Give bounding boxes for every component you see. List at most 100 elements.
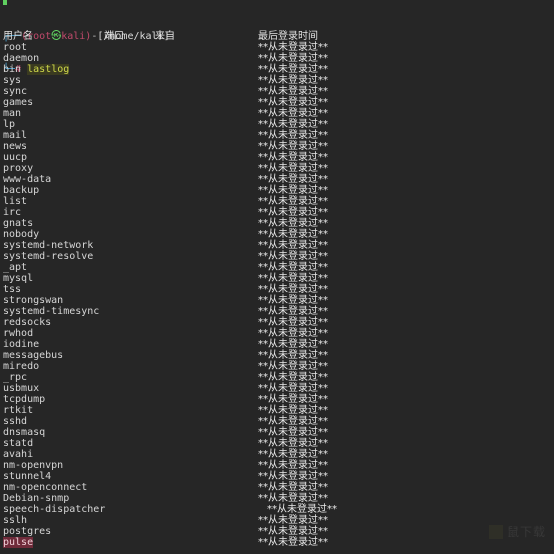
table-row: mysql **从未登录过** <box>0 273 554 284</box>
cell-last-login: **从未登录过** <box>258 163 328 174</box>
cell-last-login: **从未登录过** <box>258 64 328 75</box>
cell-username: tcpdump <box>3 394 46 405</box>
cell-username: strongswan <box>3 295 64 306</box>
cell-last-login: **从未登录过** <box>258 493 328 504</box>
table-row: tss **从未登录过** <box>0 284 554 295</box>
column-header-from: 来自 <box>155 31 175 42</box>
table-row: proxy **从未登录过** <box>0 163 554 174</box>
table-row: miredo **从未登录过** <box>0 361 554 372</box>
table-row: systemd-resolve **从未登录过** <box>0 251 554 262</box>
table-row: bin **从未登录过** <box>0 64 554 75</box>
cell-username: bin <box>3 64 22 75</box>
terminal-window[interactable]: ┌──(root㉿kali)-[/home/kali] └─# lastlog … <box>0 0 554 554</box>
table-row: sslh **从未登录过** <box>0 515 554 526</box>
cell-username: systemd-network <box>3 240 94 251</box>
cell-username: rtkit <box>3 405 34 416</box>
cell-last-login: **从未登录过** <box>258 185 328 196</box>
table-row: rwhod **从未登录过** <box>0 328 554 339</box>
table-row: strongswan **从未登录过** <box>0 295 554 306</box>
cell-last-login: **从未登录过** <box>267 504 337 515</box>
cell-last-login: **从未登录过** <box>258 350 328 361</box>
cell-username: mysql <box>3 273 34 284</box>
cell-username: redsocks <box>3 317 52 328</box>
cell-username: sslh <box>3 515 28 526</box>
cell-username: usbmux <box>3 383 40 394</box>
cell-username: daemon <box>3 53 40 64</box>
table-row: uucp **从未登录过** <box>0 152 554 163</box>
table-row: rtkit **从未登录过** <box>0 405 554 416</box>
table-row: Debian-snmp **从未登录过** <box>0 493 554 504</box>
cell-last-login: **从未登录过** <box>258 141 328 152</box>
cell-username: irc <box>3 207 22 218</box>
cell-username: sshd <box>3 416 28 427</box>
cell-username: systemd-resolve <box>3 251 94 262</box>
column-header-last-login: 最后登录时间 <box>258 31 318 42</box>
cell-last-login: **从未登录过** <box>258 273 328 284</box>
table-row: _apt **从未登录过** <box>0 262 554 273</box>
cell-last-login: **从未登录过** <box>258 97 328 108</box>
table-row: sshd **从未登录过** <box>0 416 554 427</box>
cell-last-login: **从未登录过** <box>258 152 328 163</box>
cell-last-login: **从未登录过** <box>258 361 328 372</box>
table-row: systemd-timesync **从未登录过** <box>0 306 554 317</box>
cell-username: messagebus <box>3 350 64 361</box>
cell-last-login: **从未登录过** <box>258 295 328 306</box>
column-header-port: 端口 <box>104 31 124 42</box>
cell-last-login: **从未登录过** <box>258 196 328 207</box>
table-row: avahi **从未登录过** <box>0 449 554 460</box>
cell-username: uucp <box>3 152 28 163</box>
cell-username: root <box>3 42 28 53</box>
table-row: backup **从未登录过** <box>0 185 554 196</box>
column-header-username: 用户名 <box>3 31 33 42</box>
table-row: nobody **从未登录过** <box>0 229 554 240</box>
cell-last-login: **从未登录过** <box>258 53 328 64</box>
cell-username: man <box>3 108 22 119</box>
cell-last-login: **从未登录过** <box>258 174 328 185</box>
table-row: tcpdump **从未登录过** <box>0 394 554 405</box>
cell-last-login: **从未登录过** <box>258 86 328 97</box>
table-row: games **从未登录过** <box>0 97 554 108</box>
table-row: www-data **从未登录过** <box>0 174 554 185</box>
cell-last-login: **从未登录过** <box>258 317 328 328</box>
cell-last-login: **从未登录过** <box>258 229 328 240</box>
cell-last-login: **从未登录过** <box>258 383 328 394</box>
table-body: root **从未登录过** daemon **从未登录过** bin **从未登录过**… <box>0 42 554 548</box>
cell-username: nobody <box>3 229 40 240</box>
cell-username: nm-openconnect <box>3 482 88 493</box>
cell-username: www-data <box>3 174 52 185</box>
cell-last-login: **从未登录过** <box>258 438 328 449</box>
cell-username: _rpc <box>3 372 28 383</box>
table-row: sys **从未登录过** <box>0 75 554 86</box>
lastlog-output-table: 用户名 端口 来自 最后登录时间 root **从未登录过** daemon **从未… <box>0 31 554 548</box>
cell-username: nm-openvpn <box>3 460 64 471</box>
table-row: man **从未登录过** <box>0 108 554 119</box>
cell-last-login: **从未登录过** <box>258 108 328 119</box>
cell-last-login: **从未登录过** <box>258 339 328 350</box>
table-row: root **从未登录过** <box>0 42 554 53</box>
table-row: speech-dispatcher **从未登录过** <box>0 504 554 515</box>
table-row: pulse **从未登录过** <box>0 537 554 548</box>
cell-last-login: **从未登录过** <box>258 306 328 317</box>
cell-username: lp <box>3 119 16 130</box>
cell-username: news <box>3 141 28 152</box>
cell-username: avahi <box>3 449 34 460</box>
terminal-top-marker <box>3 0 7 5</box>
table-row: mail **从未登录过** <box>0 130 554 141</box>
cell-username: miredo <box>3 361 40 372</box>
table-row: irc **从未登录过** <box>0 207 554 218</box>
cell-username: mail <box>3 130 28 141</box>
cell-last-login: **从未登录过** <box>258 515 328 526</box>
cell-last-login: **从未登录过** <box>258 218 328 229</box>
cell-last-login: **从未登录过** <box>258 328 328 339</box>
cell-last-login: **从未登录过** <box>258 240 328 251</box>
cell-username: iodine <box>3 339 40 350</box>
cell-last-login: **从未登录过** <box>258 251 328 262</box>
cell-username: sys <box>3 75 22 86</box>
cell-last-login: **从未登录过** <box>258 537 328 548</box>
table-row: nm-openconnect **从未登录过** <box>0 482 554 493</box>
cell-username: tss <box>3 284 22 295</box>
cell-last-login: **从未登录过** <box>258 207 328 218</box>
table-row: _rpc **从未登录过** <box>0 372 554 383</box>
table-header-row: 用户名 端口 来自 最后登录时间 <box>0 31 554 42</box>
cell-username: proxy <box>3 163 34 174</box>
